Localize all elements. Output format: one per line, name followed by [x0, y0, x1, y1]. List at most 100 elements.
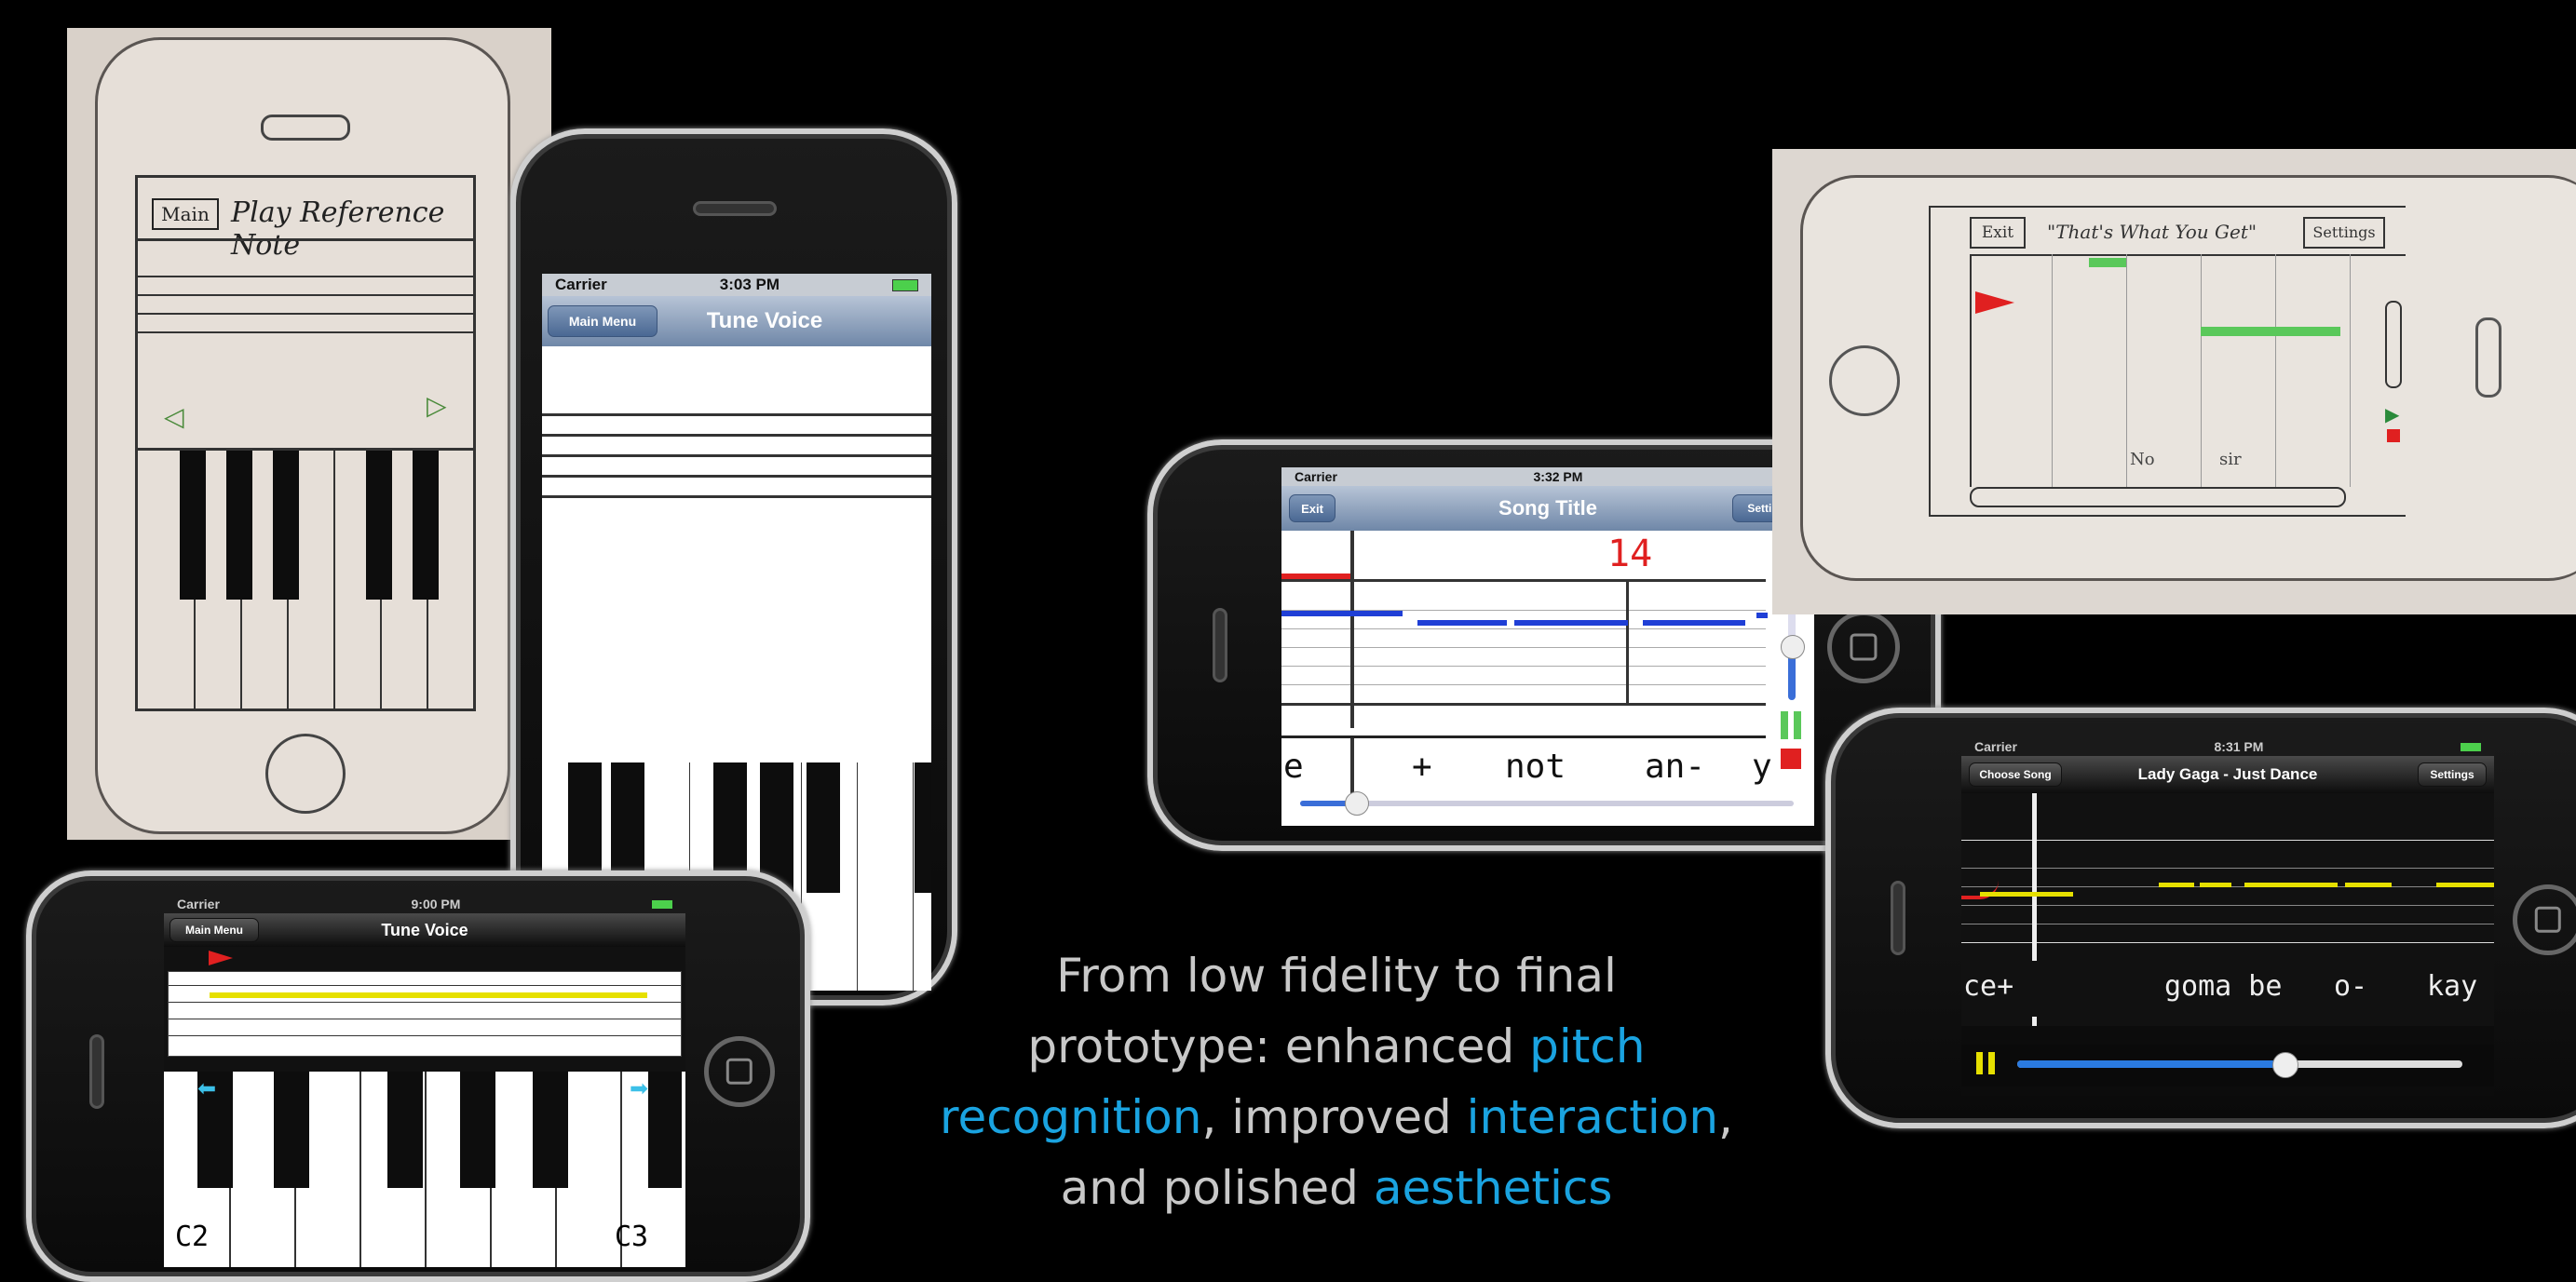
status-bar: Carrier 9:00 PM: [164, 895, 685, 913]
sketch-slider[interactable]: [1970, 487, 2346, 507]
lyric-word: an-: [1645, 748, 1706, 786]
home-button[interactable]: [2513, 884, 2576, 955]
home-button[interactable]: [1827, 611, 1900, 683]
caption-line-3: recognition, improved interaction,: [940, 1090, 1733, 1144]
black-key[interactable]: [807, 762, 840, 893]
red-flag-marker: [209, 951, 233, 965]
song-screen: Carrier 3:32 PM Exit Song Title Settings…: [1281, 467, 1814, 826]
sketch-screen: Main Play Reference Note ◁ ▷: [135, 175, 476, 711]
exit-button[interactable]: Exit: [1289, 494, 1335, 522]
sketch-settings-button[interactable]: Settings: [2303, 217, 2385, 249]
sketch-left-arrow-icon[interactable]: ◁: [164, 401, 184, 432]
progress-fill: [2017, 1060, 2285, 1068]
sketch-green-note: [2089, 258, 2126, 267]
battery-icon: [891, 278, 918, 291]
iphone-tuner-landscape: Carrier 9:00 PM Main Menu Tune Voice ⬅ ➡…: [26, 870, 810, 1282]
lyric-word: not: [1505, 748, 1566, 786]
blue-note: [1417, 620, 1507, 626]
yellow-note: [1980, 892, 2073, 897]
left-arrow-icon[interactable]: ⬅: [197, 1075, 216, 1102]
lyric-word: o-: [2334, 970, 2368, 1003]
sketch-speaker: [261, 115, 350, 141]
sketch-lyric: sir: [2219, 450, 2242, 469]
iphone-final-landscape: Carrier 8:31 PM Choose Song Lady Gaga - …: [1825, 708, 2576, 1128]
right-arrow-icon[interactable]: ➡: [630, 1075, 648, 1102]
sketch-phone-outline: Exit "That's What You Get" Settings No s…: [1800, 175, 2576, 581]
sketch-right-arrow-icon[interactable]: ▷: [427, 390, 447, 421]
iphone-speaker: [89, 1034, 104, 1109]
tuner-screen: Carrier 9:00 PM Main Menu Tune Voice ⬅ ➡…: [164, 895, 685, 1267]
key-label-c3: C3: [615, 1221, 649, 1253]
yellow-note: [2244, 883, 2338, 887]
blue-note: [1281, 611, 1403, 616]
nav-title: Tune Voice: [381, 920, 468, 939]
lyric-word: e: [1283, 748, 1304, 786]
yellow-note: [2200, 883, 2231, 887]
iphone-speaker: [1891, 881, 1905, 955]
settings-button[interactable]: Settings: [2418, 762, 2487, 787]
lyrics-bar: ce+ goma be o- kay: [1961, 961, 2494, 1017]
iphone-speaker: [1213, 608, 1227, 682]
status-bar: Carrier 3:32 PM: [1281, 467, 1814, 486]
pause-icon[interactable]: [1781, 711, 1801, 739]
sketch-green-note: [2201, 327, 2340, 336]
lyrics-bar: e + not an- y: [1281, 735, 1772, 794]
tuner-keyboard[interactable]: ⬅ ➡ C2 C3: [164, 1072, 685, 1267]
status-time: 3:03 PM: [719, 276, 780, 293]
sketch-phone-outline: Main Play Reference Note ◁ ▷: [95, 37, 510, 834]
sketch-title: Play Reference Note: [231, 196, 445, 262]
main-menu-back-button[interactable]: Main Menu: [548, 305, 658, 337]
status-time: 3:32 PM: [1533, 469, 1583, 484]
sketch-home-button: [265, 734, 346, 814]
sketch-exit-button[interactable]: Exit: [1970, 217, 2026, 249]
caption-line-1: From low fidelity to final: [1056, 949, 1617, 1003]
nav-bar: Choose Song Lady Gaga - Just Dance Setti…: [1961, 756, 2494, 793]
carrier-label: Carrier: [177, 897, 220, 911]
sketch-stop-icon[interactable]: [2387, 429, 2400, 442]
pause-icon[interactable]: [1976, 1052, 1995, 1074]
progress-knob[interactable]: [1345, 791, 1369, 816]
sketch-keyboard[interactable]: [138, 448, 473, 711]
nav-title: Tune Voice: [706, 308, 823, 333]
paper-sketch-portrait: Main Play Reference Note ◁ ▷: [67, 28, 551, 840]
sketch-home-button: [1829, 345, 1900, 416]
song-progress-slider[interactable]: [1300, 791, 1794, 816]
blue-note: [1514, 620, 1628, 626]
nav-bar: Main Menu Tune Voice: [542, 296, 931, 346]
song-title: Lady Gaga - Just Dance: [2137, 765, 2318, 783]
stop-icon[interactable]: [1781, 749, 1801, 769]
lyric-word: kay: [2427, 970, 2478, 1003]
sketch-back-button[interactable]: Main: [152, 198, 219, 230]
status-time: 8:31 PM: [2214, 739, 2264, 754]
sketch-lyric: No: [2130, 450, 2155, 469]
highlight-recognition: recognition: [940, 1090, 1202, 1144]
lyric-word: goma be: [2164, 970, 2283, 1003]
main-menu-back-button[interactable]: Main Menu: [169, 918, 259, 942]
battery-icon: [652, 899, 672, 909]
progress-knob[interactable]: [2271, 1052, 2298, 1078]
sketch-volume-control[interactable]: [2385, 301, 2402, 388]
note-lane: [1281, 531, 1768, 728]
final-screen: Carrier 8:31 PM Choose Song Lady Gaga - …: [1961, 737, 2494, 1096]
home-button[interactable]: [704, 1036, 775, 1107]
black-key[interactable]: [915, 762, 931, 893]
lyric-word: y: [1752, 748, 1772, 786]
highlight-pitch: pitch: [1529, 1019, 1646, 1073]
status-time: 9:00 PM: [411, 897, 461, 911]
iphone-speaker: [693, 201, 777, 216]
sketch-play-icon[interactable]: ▶: [2385, 403, 2399, 426]
caption-line-2: prototype: enhanced pitch: [1027, 1019, 1646, 1073]
choose-song-button[interactable]: Choose Song: [1969, 762, 2062, 787]
volume-knob[interactable]: [1781, 635, 1805, 659]
sketch-song-title: "That's What You Get": [2047, 221, 2257, 243]
highlight-aesthetics: aesthetics: [1373, 1161, 1613, 1215]
playback-bar: [1961, 1045, 2494, 1086]
status-bar: Carrier 8:31 PM: [1961, 737, 2494, 756]
key-label-c2: C2: [175, 1221, 210, 1253]
paper-sketch-landscape: Exit "That's What You Get" Settings No s…: [1772, 149, 2576, 614]
sketch-speaker: [2475, 317, 2501, 398]
yellow-note: [2159, 883, 2194, 887]
song-progress-slider[interactable]: [2017, 1052, 2462, 1078]
staff: [542, 346, 931, 626]
nav-bar: Exit Song Title Settings: [1281, 486, 1814, 531]
